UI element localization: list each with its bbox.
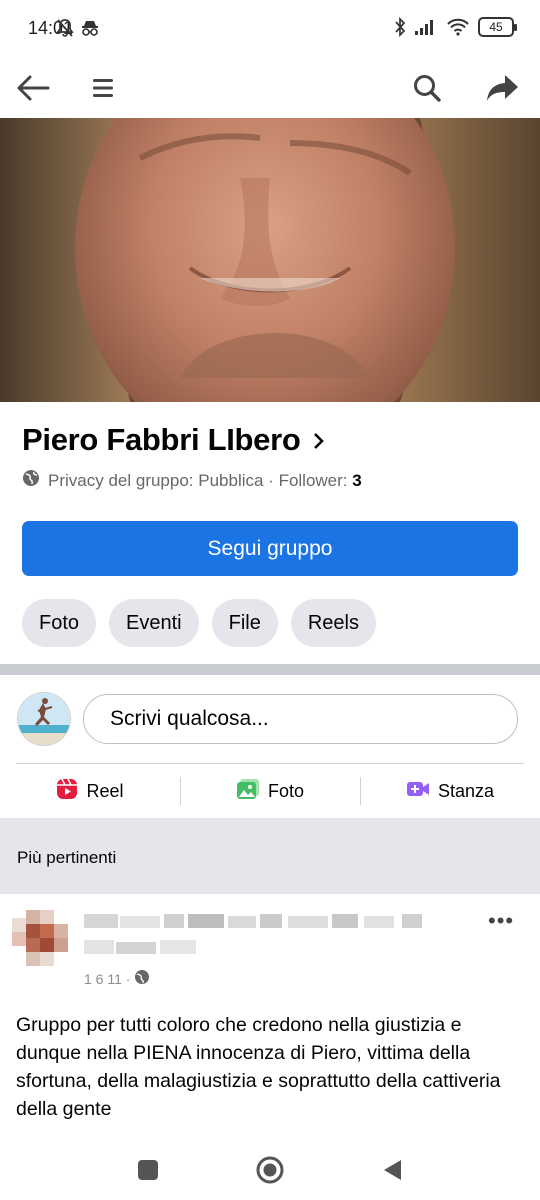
signal-icon <box>414 18 438 36</box>
photo-button[interactable]: Foto <box>180 766 360 816</box>
group-meta: Privacy del gruppo: Pubblica · Follower:… <box>22 469 362 492</box>
group-tabs: Foto Eventi File Reels <box>22 599 376 647</box>
wifi-icon <box>446 17 470 37</box>
reel-label: Reel <box>86 780 124 801</box>
user-avatar[interactable] <box>17 692 71 746</box>
section-divider <box>0 664 540 675</box>
post-more-icon[interactable]: ••• <box>488 908 514 934</box>
post-author-avatar[interactable] <box>12 910 70 968</box>
back-triangle-icon[interactable] <box>374 1152 410 1188</box>
composer-actions: Reel Foto Stanza <box>0 766 540 816</box>
post-body-text: Gruppo per tutti coloro che credono nell… <box>16 1014 501 1120</box>
post-meta: 1 6 11 · <box>84 969 150 988</box>
post-author-name-redacted[interactable] <box>84 912 424 962</box>
reel-icon <box>56 778 78 805</box>
tab-file[interactable]: File <box>211 599 278 647</box>
tab-eventi[interactable]: Eventi <box>109 599 199 647</box>
feed-sort-label[interactable]: Più pertinenti <box>17 848 116 868</box>
back-arrow-icon[interactable] <box>11 66 55 110</box>
globe-icon <box>22 469 40 492</box>
chevron-right-icon[interactable] <box>313 422 325 458</box>
group-cover-photo[interactable] <box>0 118 540 402</box>
group-name[interactable]: Piero Fabbri LIbero <box>22 422 325 458</box>
reel-button[interactable]: Reel <box>0 766 180 816</box>
divider <box>16 763 524 764</box>
incognito-icon <box>80 18 100 38</box>
app-bar <box>0 58 540 118</box>
tab-foto[interactable]: Foto <box>22 599 97 647</box>
room-label: Stanza <box>437 780 495 801</box>
room-button[interactable]: Stanza <box>360 766 540 816</box>
battery-icon: 45 <box>478 17 517 37</box>
system-navigation-bar <box>0 1140 540 1200</box>
bluetooth-icon <box>394 16 406 38</box>
home-icon[interactable] <box>252 1152 288 1188</box>
room-video-icon <box>406 780 430 803</box>
group-name-text[interactable]: Piero Fabbri LIbero <box>22 422 301 458</box>
photo-label: Foto <box>267 780 305 801</box>
privacy-text: Privacy del gruppo: Pubblica · Follower: <box>48 470 353 490</box>
follower-count: 3 <box>352 470 362 490</box>
mute-icon <box>56 18 74 38</box>
tab-reels[interactable]: Reels <box>290 599 376 647</box>
globe-icon <box>134 969 150 988</box>
post-timestamp: 1 6 11 · <box>84 970 131 987</box>
menu-icon[interactable] <box>81 66 125 110</box>
share-icon[interactable] <box>480 66 524 110</box>
composer-input[interactable]: Scrivi qualcosa... <box>83 694 518 744</box>
follow-group-button[interactable]: Segui gruppo <box>22 521 518 576</box>
status-bar: 14:01 45 <box>0 0 540 58</box>
search-icon[interactable] <box>405 66 449 110</box>
feed-sort-header[interactable]: Più pertinenti <box>0 818 540 894</box>
photo-icon <box>236 778 260 805</box>
recents-icon[interactable] <box>130 1152 166 1188</box>
